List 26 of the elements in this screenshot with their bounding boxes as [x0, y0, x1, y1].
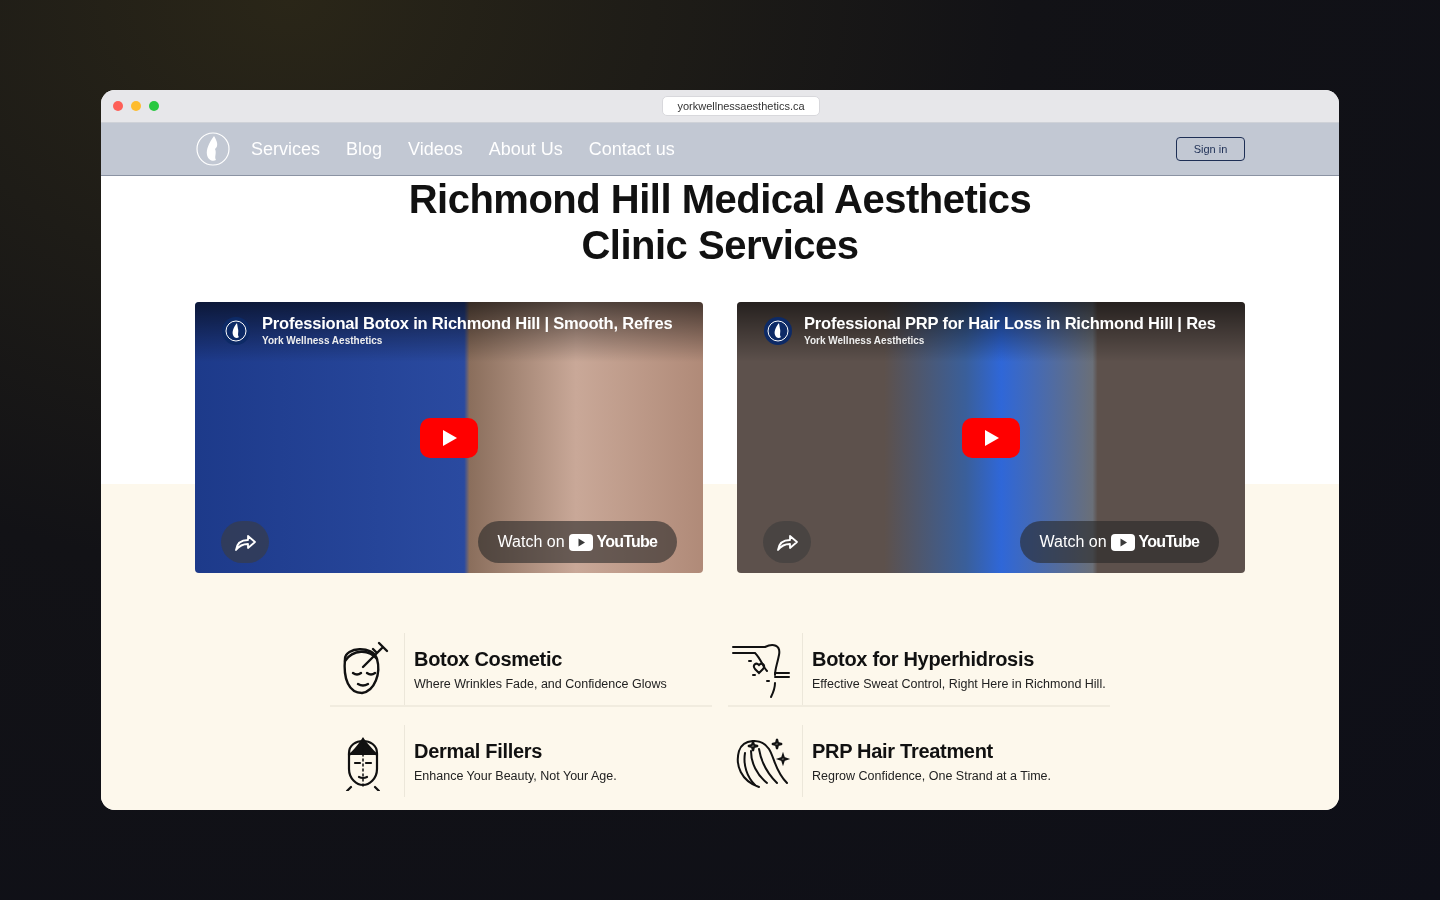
video-thumbnail[interactable] [737, 302, 1245, 573]
service-tagline: Enhance Your Beauty, Not Your Age. [414, 768, 617, 783]
channel-avatar-icon[interactable] [763, 316, 793, 346]
service-title[interactable]: Botox Cosmetic [414, 647, 667, 671]
watch-on-youtube-button[interactable]: Watch on YouTube [477, 521, 677, 563]
play-button-icon[interactable] [962, 418, 1020, 458]
play-button-icon[interactable] [420, 418, 478, 458]
channel-name[interactable]: York Wellness Aesthetics [804, 335, 1216, 346]
share-icon[interactable] [763, 521, 811, 563]
service-tagline: Regrow Confidence, One Strand at a Time. [812, 768, 1051, 783]
video-title[interactable]: Professional Botox in Richmond Hill | Smooth, Refres [262, 314, 673, 333]
service-title[interactable]: Dermal Fillers [414, 739, 617, 763]
page-heading: Richmond Hill Medical Aesthetics [408, 176, 1032, 222]
channel-name[interactable]: York Wellness Aesthetics [262, 335, 673, 346]
channel-avatar-icon[interactable] [221, 316, 251, 346]
address-bar[interactable]: yorkwellnessaesthetics.ca [662, 96, 820, 116]
service-title[interactable]: PRP Hair Treatment [812, 739, 1051, 763]
share-icon[interactable] [221, 521, 269, 563]
service-tagline: Where Wrinkles Fade, and Confidence Glows [414, 676, 667, 691]
video-title[interactable]: Professional PRP for Hair Loss in Richmond Hill | Res [804, 314, 1216, 333]
video-thumbnail[interactable] [195, 302, 703, 573]
watch-on-youtube-button[interactable]: Watch on YouTube [1019, 521, 1219, 563]
service-tagline: Effective Sweat Control, Right Here in Richmond Hill. [812, 676, 1106, 691]
service-title[interactable]: Botox for Hyperhidrosis [812, 647, 1106, 671]
page-heading: Clinic Services [581, 222, 859, 268]
sign-in-button[interactable]: Sign in [1176, 137, 1245, 161]
